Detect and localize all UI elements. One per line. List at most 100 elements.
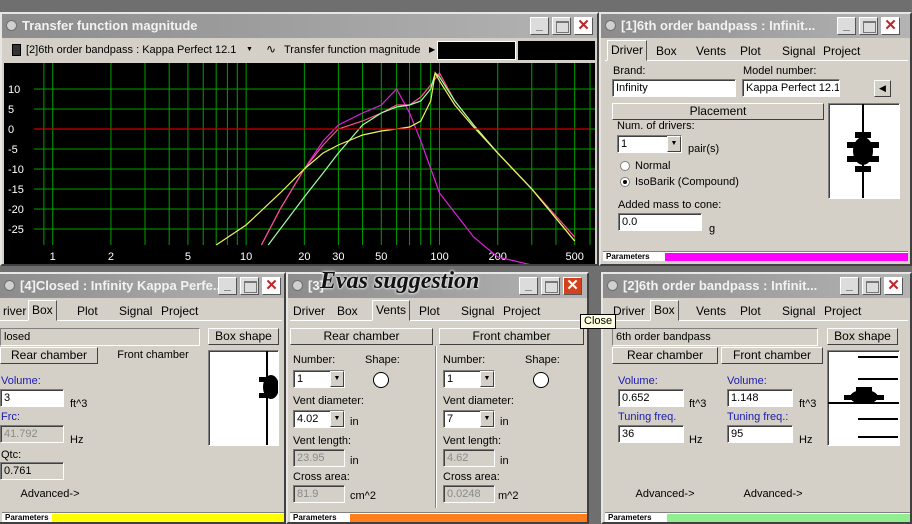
rear-diameter-select[interactable]: 4.02 ▼ [293, 410, 345, 428]
tab-project[interactable]: Project [820, 42, 863, 61]
num-drivers-select[interactable]: 1 ▼ [617, 135, 682, 153]
rear-volume-unit: ft^3 [689, 398, 707, 410]
mass-field[interactable]: 0.0 [618, 213, 702, 231]
front-round-shape-icon[interactable] [533, 372, 549, 388]
graph-titlebar[interactable]: Transfer function magnitude _ ✕ [2, 14, 597, 38]
rear-volume-field[interactable]: 0.652 [618, 389, 684, 407]
front-volume-unit: ft^3 [799, 398, 817, 410]
chevron-down-icon[interactable]: ▼ [667, 136, 681, 152]
closed-title: [4]Closed : Infinity Kappa Perfe... [20, 278, 224, 293]
view-arrow-icon[interactable]: ▶ [429, 45, 435, 54]
tab-plot[interactable]: Plot [737, 302, 764, 321]
closed-titlebar[interactable]: [4]Closed : Infinity Kappa Perfe... _ ✕ [0, 274, 284, 298]
bandpass-box-diagram [827, 350, 900, 446]
front-area-field: 0.0248 [443, 485, 495, 503]
isobarik-radio[interactable] [620, 177, 630, 187]
close-button[interactable]: ✕ [881, 17, 900, 35]
rear-tuning-field[interactable]: 36 [618, 425, 684, 443]
rear-area-unit: cm^2 [350, 490, 376, 502]
tab-project[interactable]: Project [500, 302, 543, 321]
close-button[interactable]: ✕ [574, 17, 593, 35]
maximize-button[interactable] [862, 277, 881, 295]
chevron-down-icon[interactable]: ▼ [480, 411, 494, 427]
tab-signal[interactable]: Signal [116, 302, 155, 321]
tab-signal[interactable]: Signal [779, 302, 818, 321]
close-button[interactable]: ✕ [884, 277, 903, 295]
rear-round-shape-icon[interactable] [373, 372, 389, 388]
placement-button[interactable]: Placement [612, 103, 824, 120]
minimize-button[interactable]: _ [840, 277, 859, 295]
normal-radio[interactable] [620, 161, 630, 171]
tab-project[interactable]: Project [158, 302, 201, 321]
front-chamber-button[interactable]: Front chamber [721, 347, 823, 364]
tab-box[interactable]: Box [28, 300, 57, 321]
speaker-button[interactable]: ◀ [874, 80, 891, 97]
front-diameter-select[interactable]: 7 ▼ [443, 410, 495, 428]
close-button[interactable]: ✕ [563, 277, 582, 295]
tab-vents[interactable]: Vents [372, 300, 411, 321]
tab-signal[interactable]: Signal [779, 42, 818, 61]
advanced-button[interactable]: Advanced-> [10, 488, 90, 500]
front-volume-field[interactable]: 1.148 [727, 389, 793, 407]
tab-driver[interactable]: Driver [607, 40, 647, 61]
maximize-button[interactable] [240, 277, 259, 295]
vents-window: [3] _ ✕ Driver Box Vents Plot Signal Pro… [286, 272, 589, 524]
brand-field[interactable]: Infinity [612, 79, 736, 97]
params-color [350, 514, 587, 522]
tab-box[interactable]: Box [334, 302, 361, 321]
box-shape-button[interactable]: Box shape [827, 328, 898, 345]
y-tick-label: -15 [8, 184, 24, 196]
system-dropdown-icon[interactable]: ▼ [246, 46, 253, 53]
tab-project[interactable]: Project [821, 302, 864, 321]
front-advanced-button[interactable]: Advanced-> [733, 488, 813, 500]
graph-window: Transfer function magnitude _ ✕ [2]6th o… [0, 12, 599, 266]
box-shape-button[interactable]: Box shape [208, 328, 279, 345]
maximize-button[interactable] [552, 17, 571, 35]
close-button[interactable]: ✕ [262, 277, 281, 295]
chevron-down-icon[interactable]: ▼ [330, 371, 344, 387]
mass-label: Added mass to cone: [618, 199, 722, 211]
app-icon [292, 280, 303, 291]
minimize-button[interactable]: _ [519, 277, 538, 295]
isobarik-driver-icon [847, 104, 879, 198]
rear-number-select[interactable]: 1 ▼ [293, 370, 345, 388]
graph-area[interactable]: 10 5 0 -5 -10 -15 -20 -25 1 2 5 10 20 30 50 100 200 500 [4, 63, 595, 264]
rear-advanced-button[interactable]: Advanced-> [625, 488, 705, 500]
volume-field[interactable]: 3 [0, 389, 64, 407]
bandpass-titlebar[interactable]: [2]6th order bandpass : Infinit... _ ✕ [603, 274, 910, 298]
driver-titlebar[interactable]: [1]6th order bandpass : Infinit... _ ✕ [601, 14, 910, 38]
graph-title: Transfer function magnitude [22, 18, 198, 33]
params-color [665, 253, 908, 261]
tab-box[interactable]: Box [653, 42, 680, 61]
front-chamber-label[interactable]: Front chamber [104, 349, 202, 361]
chevron-down-icon[interactable]: ▼ [330, 411, 344, 427]
tab-vents[interactable]: Vents [693, 42, 729, 61]
minimize-button[interactable]: _ [837, 17, 856, 35]
tab-plot[interactable]: Plot [416, 302, 443, 321]
system-select[interactable]: [2]6th order bandpass : Kappa Perfect 12… [26, 44, 236, 56]
maximize-button[interactable] [541, 277, 560, 295]
front-tuning-field[interactable]: 95 [727, 425, 793, 443]
front-tuning-unit: Hz [799, 434, 813, 446]
view-select[interactable]: Transfer function magnitude [284, 44, 421, 56]
tab-plot[interactable]: Plot [737, 42, 764, 61]
chevron-down-icon[interactable]: ▼ [480, 371, 494, 387]
front-chamber-button[interactable]: Front chamber [439, 328, 584, 345]
minimize-button[interactable]: _ [530, 17, 549, 35]
tab-signal[interactable]: Signal [458, 302, 497, 321]
tab-box[interactable]: Box [650, 300, 679, 321]
qtc-label: Qtc: [1, 449, 22, 461]
minimize-button[interactable]: _ [218, 277, 237, 295]
rear-chamber-button[interactable]: Rear chamber [612, 347, 718, 364]
front-length-field: 4.62 [443, 449, 495, 467]
front-diameter-label: Vent diameter: [443, 395, 514, 407]
tab-driver[interactable]: Driver [290, 302, 328, 321]
tab-plot[interactable]: Plot [74, 302, 101, 321]
tab-vents[interactable]: Vents [693, 302, 729, 321]
maximize-button[interactable] [859, 17, 878, 35]
rear-chamber-button[interactable]: Rear chamber [290, 328, 433, 345]
front-number-select[interactable]: 1 ▼ [443, 370, 495, 388]
rear-chamber-button[interactable]: Rear chamber [0, 347, 98, 364]
tab-driver[interactable]: river [0, 302, 29, 321]
model-field[interactable]: Kappa Perfect 12.1 [742, 79, 840, 97]
